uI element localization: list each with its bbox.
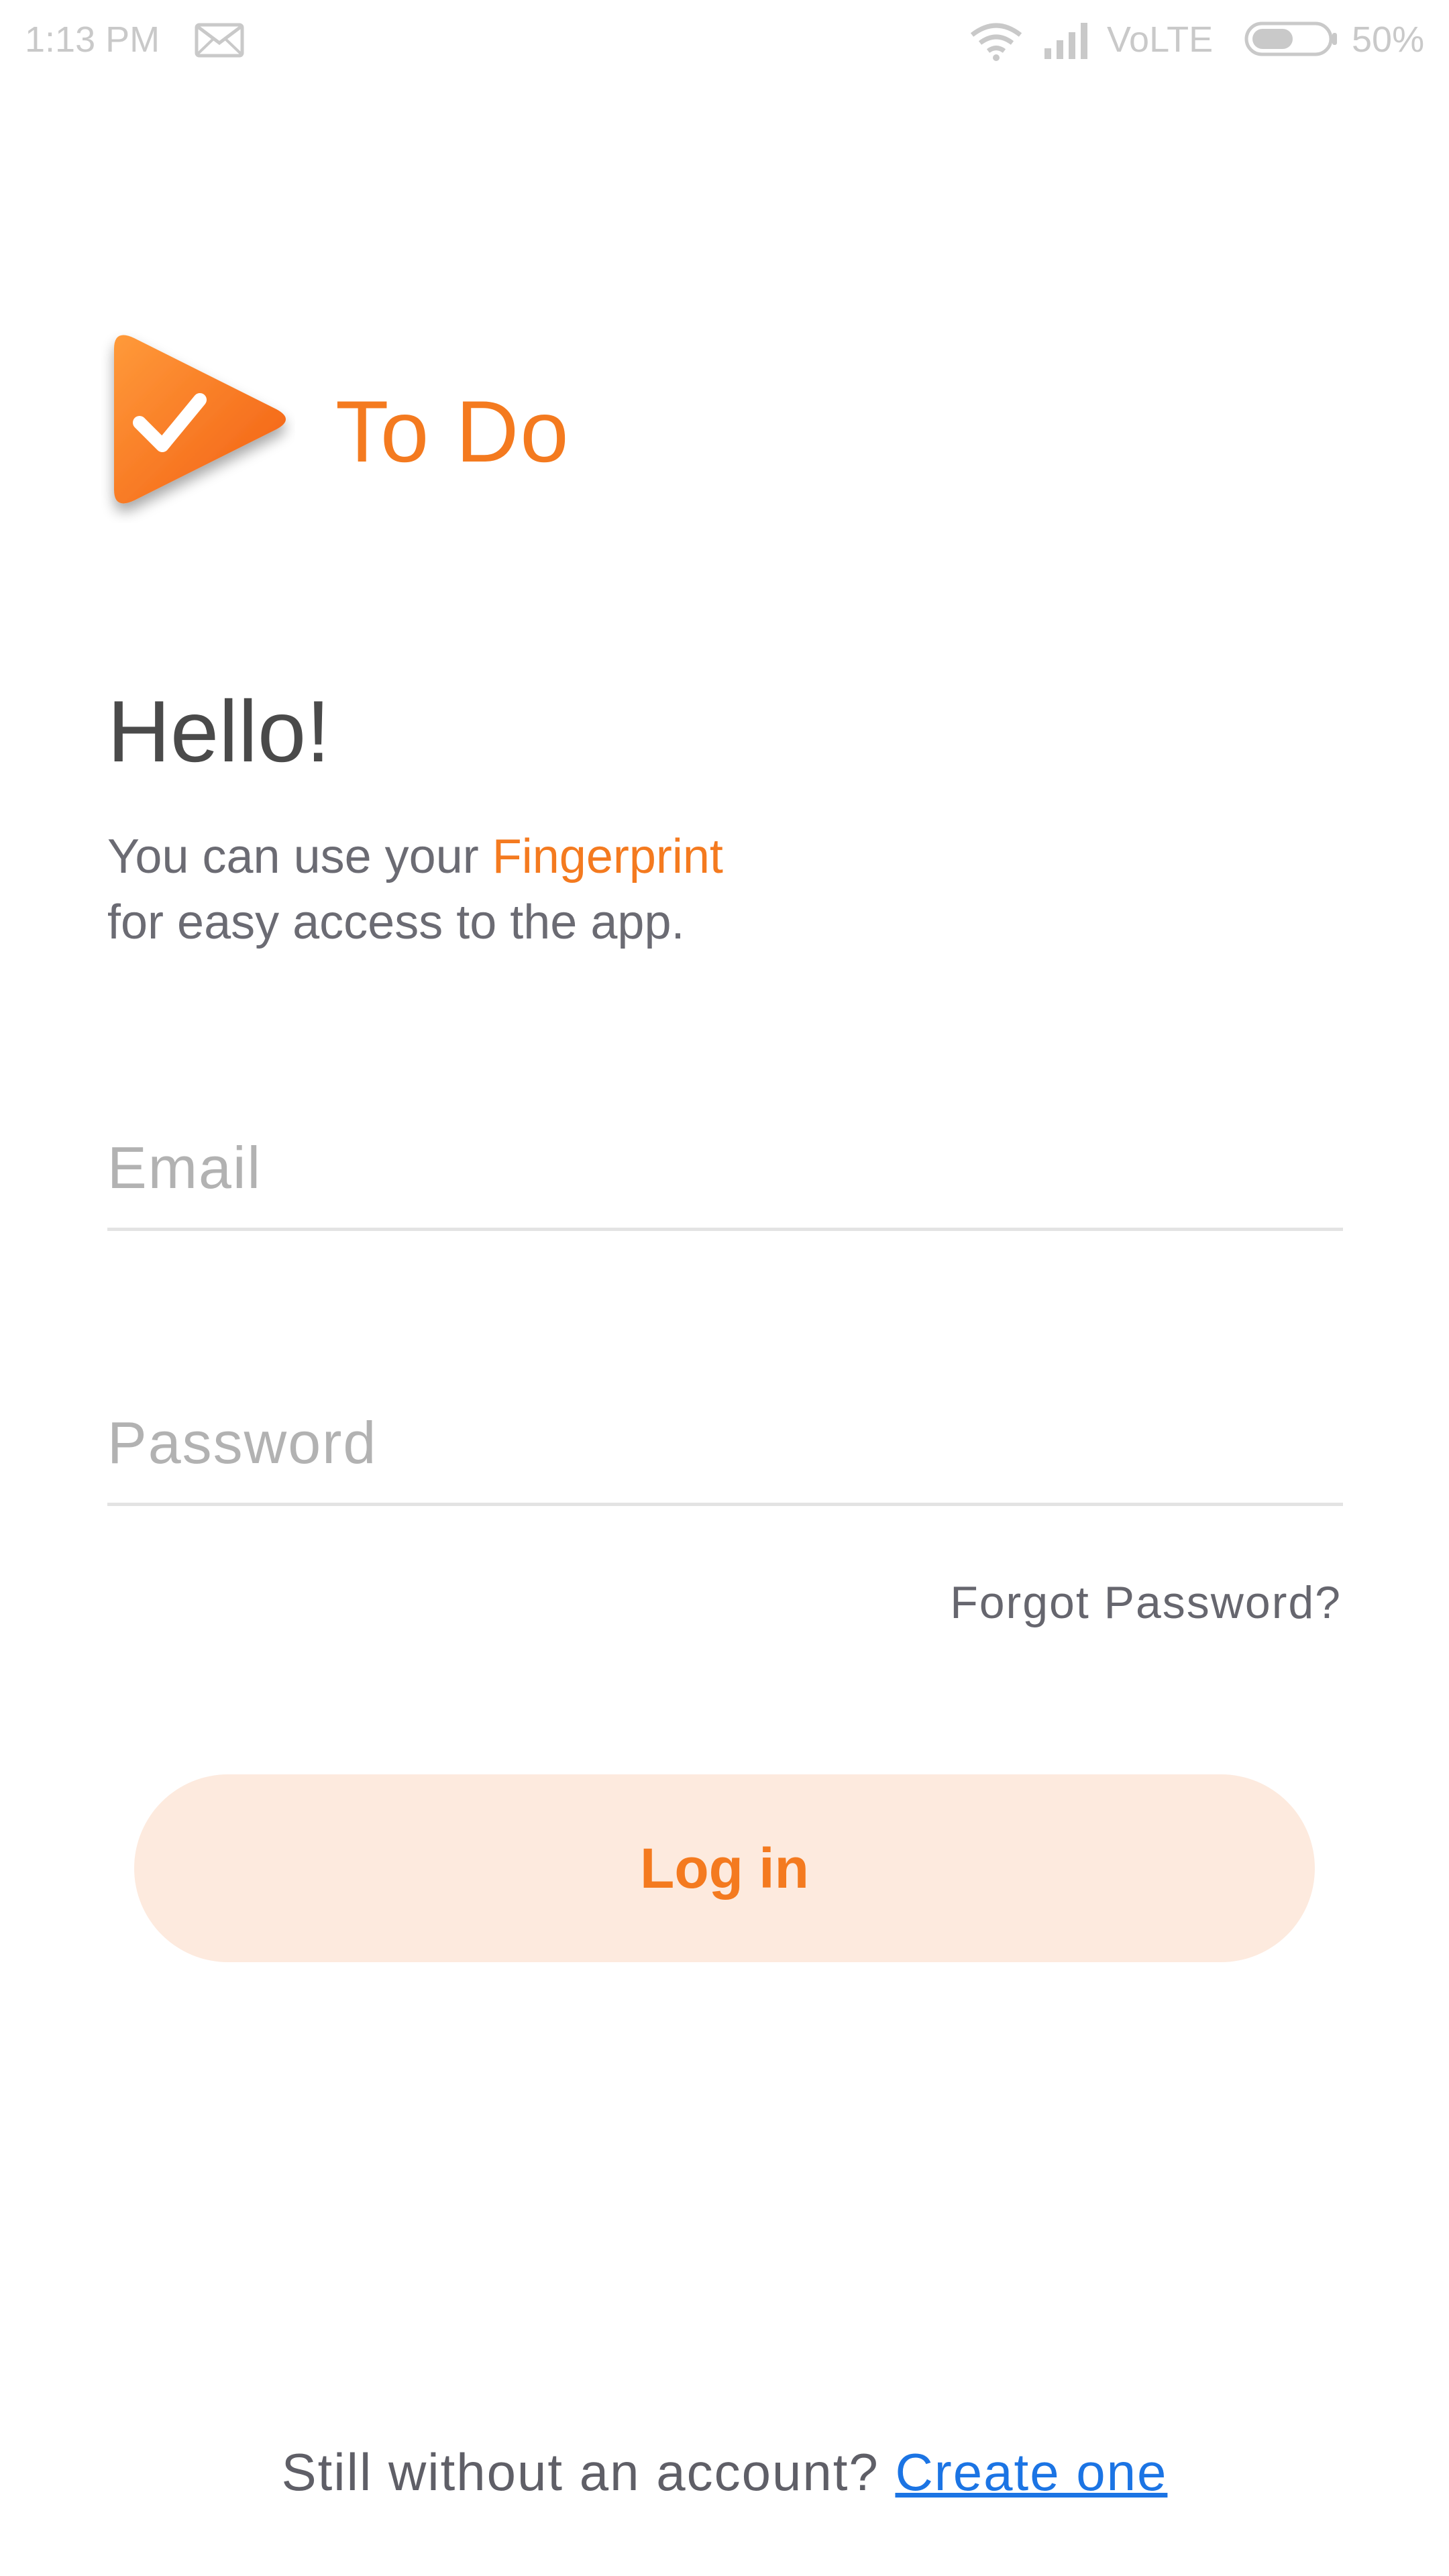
signal-icon <box>1044 23 1087 59</box>
fingerprint-highlight: Fingerprint <box>492 830 723 883</box>
create-account-link[interactable]: Create one <box>895 2443 1167 2502</box>
signup-prompt: Still without an account? Create one <box>0 2442 1449 2503</box>
email-field-container <box>107 1114 1343 1231</box>
network-label: VoLTE <box>1107 19 1214 60</box>
signup-prompt-text: Still without an account? <box>281 2443 896 2502</box>
status-time: 1:13 PM <box>25 19 160 60</box>
password-input[interactable] <box>107 1409 1343 1477</box>
mail-icon <box>195 23 244 58</box>
forgot-password-link[interactable]: Forgot Password? <box>950 1576 1342 1629</box>
subtitle-prefix: You can use your <box>107 830 492 883</box>
password-field-container <box>107 1389 1343 1506</box>
login-button[interactable]: Log in <box>134 1774 1315 1962</box>
wifi-icon <box>970 23 1022 61</box>
email-input[interactable] <box>107 1134 1343 1202</box>
battery-icon <box>1244 21 1337 56</box>
app-title: To Do <box>335 382 570 480</box>
battery-percent: 50% <box>1352 19 1425 60</box>
greeting-subtitle: You can use your Fingerprint for easy ac… <box>107 824 1114 955</box>
greeting-title: Hello! <box>107 682 331 780</box>
status-bar: 1:13 PM VoLTE 50% <box>0 0 1449 80</box>
login-button-label: Log in <box>640 1836 809 1900</box>
check-play-logo-icon <box>114 335 286 504</box>
subtitle-line2: for easy access to the app. <box>107 896 685 949</box>
